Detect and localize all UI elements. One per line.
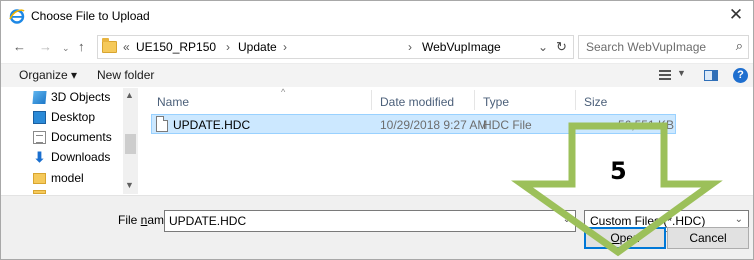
recent-locations-chevron-icon[interactable]: ⌄ [62,40,70,56]
breadcrumb-separator[interactable]: › [226,40,230,54]
sidebar-item-label: 3D Objects [51,90,111,104]
breadcrumb-separator[interactable]: › [408,40,412,54]
file-icon [156,116,168,132]
view-dropdown-icon[interactable]: ▼ [677,68,686,78]
scroll-up-icon[interactable]: ▲ [125,90,134,100]
desktop-icon [33,111,46,124]
refresh-icon[interactable]: ↻ [556,39,567,55]
file-type-filter-value[interactable]: Custom Files (*.HDC) [590,214,705,228]
file-upload-dialog: Choose File to Upload ✕ ← → ⌄ ↑ « UE150_… [0,0,754,260]
file-name-label-prefix: File [118,213,141,227]
up-arrow-icon[interactable]: ↑ [78,39,85,55]
scrollbar-thumb[interactable] [125,134,136,154]
breadcrumb-overflow[interactable]: « [123,40,130,54]
new-folder-button[interactable]: New folder [97,68,154,82]
sidebar-item-label: Documents [51,130,112,144]
sidebar-item-documents[interactable]: Documents [33,128,127,148]
breadcrumb-separator[interactable]: › [283,40,287,54]
column-divider[interactable] [371,90,372,110]
folder-icon [33,173,46,184]
column-header-name[interactable]: Name [157,88,189,110]
sort-ascending-icon: ^ [281,87,286,97]
file-name-dropdown-icon[interactable]: ⌄ [563,214,571,225]
search-input[interactable]: Search WebVupImage ⌕ [578,35,749,59]
organize-button[interactable]: Organize ▾ [19,68,77,82]
open-button[interactable]: Open [584,227,666,249]
search-placeholder: Search WebVupImage [586,40,707,54]
view-options-icon[interactable] [659,70,671,80]
file-type: HDC File [483,118,532,132]
file-size: 56,551 KB [617,118,674,132]
file-list: ^ Name Date modified Type Size UPDATE.HD… [141,87,753,194]
help-icon[interactable]: ? [733,68,748,83]
close-icon[interactable]: ✕ [723,3,749,27]
column-header-size[interactable]: Size [584,88,607,110]
navigation-scrollbar[interactable]: ▲ ▼ [123,88,138,194]
file-name-value[interactable]: UPDATE.HDC [169,214,246,228]
column-header-type[interactable]: Type [483,88,509,110]
scroll-down-icon[interactable]: ▼ [125,180,134,190]
preview-pane-icon[interactable] [704,70,718,81]
folder-icon [33,190,46,194]
column-header-date-modified[interactable]: Date modified [380,88,454,110]
sidebar-item-downloads[interactable]: ⬇ Downloads [33,148,127,168]
sidebar-item-label: model [51,171,84,185]
file-date-modified: 10/29/2018 9:27 AM [380,118,488,132]
column-divider[interactable] [575,90,576,110]
search-icon[interactable]: ⌕ [736,38,743,54]
sidebar-item-label: Downloads [51,150,111,164]
breadcrumb-update[interactable]: Update [238,40,277,54]
internet-explorer-icon [9,9,25,24]
downloads-icon: ⬇ [33,149,46,165]
breadcrumb-webvupimage[interactable]: WebVupImage [422,40,501,54]
sidebar-item-partial [33,190,127,194]
file-row-update-hdc[interactable]: UPDATE.HDC 10/29/2018 9:27 AM HDC File 5… [151,114,676,134]
open-button-label: pen [619,231,640,245]
filter-dropdown-icon[interactable]: ⌄ [735,214,743,225]
window-title: Choose File to Upload [31,9,150,23]
documents-icon [33,131,46,144]
3d-objects-icon [32,91,47,104]
sidebar-item-3d-objects[interactable]: 3D Objects [32,88,127,108]
address-dropdown-icon[interactable]: ⌄ [538,40,548,54]
file-name: UPDATE.HDC [173,118,251,132]
column-divider[interactable] [474,90,475,110]
cancel-button[interactable]: Cancel [667,227,749,249]
command-bar: Organize ▾ New folder ▼ ? [1,63,753,87]
sidebar-item-label: Desktop [51,110,96,124]
navigation-bar: ← → ⌄ ↑ « UE150_RP150 › Update › › WebVu… [1,31,753,63]
back-arrow-icon[interactable]: ← [13,39,26,55]
forward-arrow-icon[interactable]: → [39,39,52,55]
sidebar-item-desktop[interactable]: Desktop [33,108,127,128]
folder-icon [102,38,117,53]
sidebar-item-model[interactable]: model [33,169,127,189]
breadcrumb-ue150-rp150[interactable]: UE150_RP150 [136,40,216,54]
title-bar: Choose File to Upload ✕ [1,1,753,31]
open-button-mnemonic: O [610,231,620,245]
file-name-field[interactable]: UPDATE.HDC ⌄ [164,210,576,232]
address-bar[interactable]: « UE150_RP150 › Update › › WebVupImage ⌄… [97,35,574,59]
navigation-pane: 3D Objects Desktop Documents ⬇ Downloads… [1,88,139,194]
step-number: 5 [610,157,627,185]
